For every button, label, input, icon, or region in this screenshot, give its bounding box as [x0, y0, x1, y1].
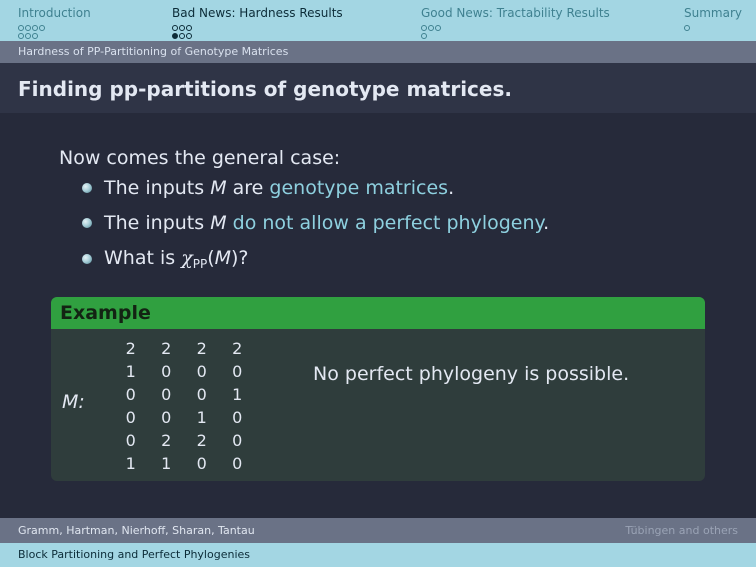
- matrix-cell: 0: [232, 408, 243, 427]
- intro-text: Now comes the general case:: [59, 147, 341, 169]
- footer-title-bar: Block Partitioning and Perfect Phylogeni…: [0, 543, 756, 567]
- matrix-cell: 0: [125, 408, 136, 427]
- footer-authors: Gramm, Hartman, Nierhoff, Sharan, Tantau: [18, 524, 255, 537]
- nav-dots-good-news[interactable]: [421, 25, 442, 41]
- slide-content: Now comes the general case: The inputs M…: [0, 113, 756, 518]
- matrix-row: 0 0 1 0: [113, 406, 255, 429]
- bullet-ball-icon: [82, 254, 92, 264]
- matrix-cell: 1: [161, 454, 172, 473]
- nav-dots-summary[interactable]: [684, 25, 691, 33]
- highlight-text: do not allow a perfect phylogeny: [232, 212, 544, 234]
- matrix-cell: 0: [196, 454, 207, 473]
- bullet-text: What is χPP(M)?: [104, 247, 249, 271]
- matrix-cell: 0: [196, 362, 207, 381]
- example-block: Example M: 2 2 2 2 1 0 0 0 0 0 0 1 0 0 1 0 0 2 2 0 1 1 0 0 No p…: [51, 297, 705, 481]
- footer-talk-title: Block Partitioning and Perfect Phylogeni…: [18, 548, 250, 561]
- nav-dots-bad-news[interactable]: [172, 25, 193, 41]
- subsection-title[interactable]: Hardness of PP-Partitioning of Genotype …: [0, 45, 288, 58]
- bullet-item: The inputs M are genotype matrices.: [82, 177, 454, 199]
- matrix-cell: 0: [161, 385, 172, 404]
- matrix-cell: 0: [125, 385, 136, 404]
- frame-title-bar: Finding pp-partitions of genotype matric…: [0, 63, 756, 113]
- matrix-cell: 0: [125, 431, 136, 450]
- matrix-cell: 1: [125, 362, 136, 381]
- nav-dots-introduction[interactable]: [18, 25, 46, 41]
- matrix-cell: 2: [196, 339, 207, 358]
- nav-section-summary[interactable]: Summary: [684, 6, 742, 20]
- matrix-row: 0 2 2 0: [113, 429, 255, 452]
- footer-bar: Gramm, Hartman, Nierhoff, Sharan, Tantau…: [0, 518, 756, 543]
- matrix-cell: 0: [196, 385, 207, 404]
- nav-section-bad-news[interactable]: Bad News: Hardness Results: [172, 6, 343, 20]
- matrix-row: 1 1 0 0: [113, 452, 255, 475]
- frame-title: Finding pp-partitions of genotype matric…: [18, 77, 512, 101]
- bullet-item: The inputs M do not allow a perfect phyl…: [82, 212, 549, 234]
- bullet-ball-icon: [82, 218, 92, 228]
- matrix-row: 0 0 0 1: [113, 383, 255, 406]
- matrix-cell: 2: [125, 339, 136, 358]
- bullet-item: What is χPP(M)?: [82, 247, 249, 271]
- matrix-cell: 0: [161, 408, 172, 427]
- matrix-cell: 1: [232, 385, 243, 404]
- navigation-bar: Introduction Bad News: Hardness Results …: [0, 0, 756, 41]
- nav-section-good-news[interactable]: Good News: Tractability Results: [421, 6, 610, 20]
- matrix-cell: 2: [161, 431, 172, 450]
- bullet-ball-icon: [82, 183, 92, 193]
- matrix-cell: 1: [125, 454, 136, 473]
- matrix-cell: 0: [161, 362, 172, 381]
- example-note: No perfect phylogeny is possible.: [313, 363, 630, 385]
- genotype-matrix: 2 2 2 2 1 0 0 0 0 0 0 1 0 0 1 0 0 2 2 0 1 1 0 0: [113, 337, 255, 475]
- matrix-cell: 2: [161, 339, 172, 358]
- bullet-text: The inputs M are genotype matrices.: [104, 177, 455, 199]
- nav-section-introduction[interactable]: Introduction: [18, 6, 91, 20]
- matrix-row: 2 2 2 2: [113, 337, 255, 360]
- matrix-cell: 2: [232, 339, 243, 358]
- matrix-label: M:: [62, 391, 85, 413]
- matrix-cell: 0: [232, 431, 243, 450]
- subsection-bar: Hardness of PP-Partitioning of Genotype …: [0, 41, 756, 63]
- matrix-row: 1 0 0 0: [113, 360, 255, 383]
- matrix-cell: 1: [196, 408, 207, 427]
- footer-institute: Tübingen and others: [625, 524, 738, 537]
- bullet-text: The inputs M do not allow a perfect phyl…: [104, 212, 550, 234]
- matrix-cell: 0: [232, 454, 243, 473]
- highlight-text: genotype matrices: [269, 177, 449, 199]
- matrix-cell: 2: [196, 431, 207, 450]
- example-title: Example: [51, 297, 705, 329]
- matrix-cell: 0: [232, 362, 243, 381]
